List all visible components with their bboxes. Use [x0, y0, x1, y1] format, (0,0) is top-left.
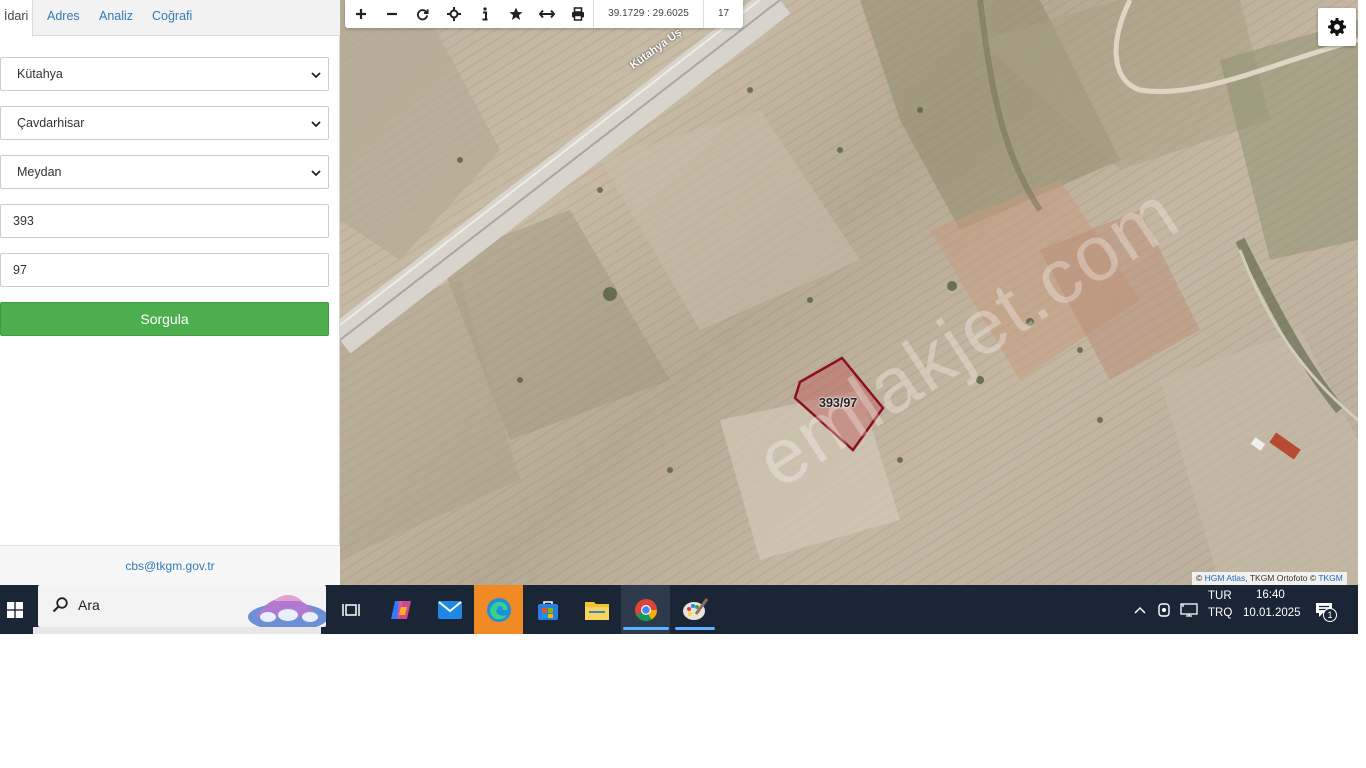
attribution-prefix: ©	[1196, 573, 1203, 583]
store-button[interactable]	[523, 585, 572, 634]
tab-adres[interactable]: Adres	[43, 0, 84, 36]
chevron-down-icon	[311, 72, 321, 79]
search-box-shadow	[33, 627, 321, 634]
meet-now-button[interactable]	[1152, 585, 1176, 634]
print-icon	[571, 7, 584, 21]
star-icon	[509, 7, 522, 20]
chevron-up-icon	[1134, 606, 1146, 614]
refresh-button[interactable]	[407, 0, 438, 28]
locate-icon	[446, 7, 461, 21]
tab-idari[interactable]: İdari	[0, 0, 34, 37]
locate-button[interactable]	[438, 0, 469, 28]
window-edge	[1358, 0, 1366, 585]
paint-icon	[682, 597, 708, 620]
district-value: Çavdarhisar	[17, 116, 85, 130]
search-highlight-illustration	[248, 595, 326, 627]
store-icon	[537, 600, 558, 620]
info-icon	[482, 7, 487, 21]
satellite-imagery	[340, 0, 1358, 585]
parcel-label: 393/97	[819, 396, 858, 410]
gear-icon	[1328, 18, 1346, 36]
contact-email-link[interactable]: cbs@tkgm.gov.tr	[125, 559, 214, 573]
tab-analiz[interactable]: Analiz	[95, 0, 137, 36]
chrome-icon	[634, 598, 657, 621]
province-select[interactable]: Kütahya	[0, 57, 329, 91]
task-view-button[interactable]	[326, 585, 375, 634]
zoom-out-button[interactable]	[376, 0, 407, 28]
camera-icon	[1158, 602, 1170, 617]
search-placeholder: Ara	[78, 597, 100, 613]
mail-button[interactable]	[425, 585, 474, 634]
parcel-value: 97	[13, 263, 27, 277]
folder-icon	[584, 601, 609, 620]
search-icon	[52, 597, 68, 613]
favorite-button[interactable]	[500, 0, 531, 28]
map-attribution: © HGM Atlas, TKGM Ortofoto © TKGM	[1192, 572, 1347, 585]
edge-icon	[486, 597, 511, 622]
neighborhood-value: Meydan	[17, 165, 62, 179]
query-button[interactable]: Sorgula	[0, 302, 329, 336]
tab-bar: İdari Adres Analiz Coğrafi	[0, 0, 340, 37]
clock-date[interactable]: 10.01.2025	[1243, 607, 1301, 619]
neighborhood-select[interactable]: Meydan	[0, 155, 329, 189]
map-view[interactable]: emlakjet.com	[340, 0, 1358, 585]
screen: İdari Adres Analiz Coğrafi Kütahya Çavda…	[0, 0, 1366, 768]
print-button[interactable]	[562, 0, 593, 28]
copilot-icon	[390, 600, 411, 619]
attribution-link-hgm[interactable]: HGM Atlas	[1205, 573, 1246, 583]
windows-icon	[7, 601, 23, 618]
map-toolbar: 39.1729 : 29.6025 17	[345, 0, 743, 28]
contact-footer: cbs@tkgm.gov.tr	[0, 545, 340, 585]
active-indicator	[622, 627, 669, 630]
zoom-out-icon	[386, 12, 397, 16]
map-settings-button[interactable]	[1318, 8, 1356, 46]
province-value: Kütahya	[17, 67, 63, 81]
clock-time[interactable]: 16:40	[1256, 589, 1285, 601]
block-value: 393	[13, 214, 34, 228]
notification-center-button[interactable]: 1	[1304, 585, 1344, 634]
chevron-down-icon	[311, 170, 321, 177]
chrome-button[interactable]	[621, 585, 670, 634]
file-explorer-button[interactable]	[572, 585, 621, 634]
network-button[interactable]	[1176, 585, 1202, 634]
parcel-input[interactable]: 97	[0, 253, 329, 287]
refresh-icon	[416, 8, 429, 20]
show-hidden-icons-button[interactable]	[1128, 585, 1152, 634]
measure-icon	[538, 9, 555, 19]
open-indicator	[674, 627, 715, 630]
active-indicator	[474, 627, 523, 630]
window-edge	[1358, 585, 1366, 634]
input-language-bottom[interactable]: TRQ	[1208, 607, 1232, 619]
copilot-button[interactable]	[376, 585, 425, 634]
measure-button[interactable]	[531, 0, 562, 28]
attribution-text: , TKGM Ortofoto ©	[1245, 573, 1317, 583]
task-view-icon	[341, 603, 360, 616]
chevron-down-icon	[311, 121, 321, 128]
mail-icon	[437, 600, 462, 619]
query-panel: İdari Adres Analiz Coğrafi Kütahya Çavda…	[0, 0, 340, 585]
notification-badge: 1	[1323, 608, 1337, 622]
network-icon	[1180, 602, 1198, 617]
zoom-level-readout: 17	[703, 0, 743, 28]
info-button[interactable]	[469, 0, 500, 28]
start-button[interactable]	[0, 585, 30, 634]
coordinate-readout: 39.1729 : 29.6025	[593, 0, 703, 28]
zoom-in-button[interactable]	[345, 0, 376, 28]
edge-button[interactable]	[474, 585, 523, 634]
block-input[interactable]: 393	[0, 204, 329, 238]
input-language-top[interactable]: TUR	[1208, 590, 1232, 602]
tab-cografi[interactable]: Coğrafi	[148, 0, 196, 36]
attribution-link-tkgm[interactable]: TKGM	[1318, 573, 1343, 583]
taskbar-search-box[interactable]: Ara	[38, 585, 326, 627]
zoom-in-icon	[355, 9, 366, 19]
paint-button[interactable]	[670, 585, 719, 634]
district-select[interactable]: Çavdarhisar	[0, 106, 329, 140]
